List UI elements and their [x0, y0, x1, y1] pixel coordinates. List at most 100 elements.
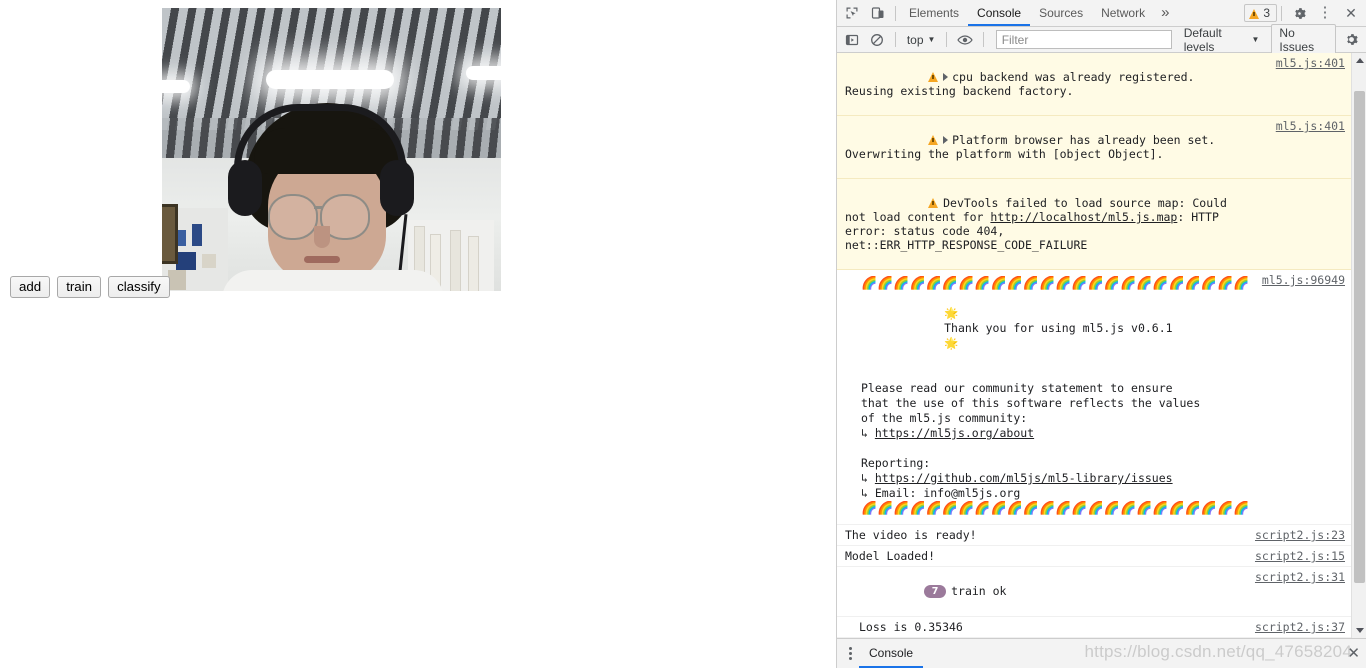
tab-console[interactable]: Console — [968, 0, 1031, 26]
warning-triangle-icon — [928, 135, 939, 145]
classify-button[interactable]: classify — [108, 276, 170, 298]
tab-network[interactable]: Network — [1092, 0, 1154, 26]
console-source-link[interactable]: ml5.js:401 — [1276, 119, 1345, 133]
clear-console-icon[interactable] — [865, 28, 888, 52]
ml5-community-line-1: Please read our community statement to e… — [861, 381, 1173, 395]
video-sticky-note — [202, 254, 216, 268]
ml5-community-line-2: that the use of this software reflects t… — [861, 396, 1201, 410]
ml5-thankyou-line: 🌟 Thank you for using ml5.js v0.6.1 🌟 — [837, 291, 1351, 366]
execution-context-dropdown[interactable]: top ▼ — [902, 33, 941, 47]
kebab-dot — [848, 657, 852, 660]
banner-blank-line — [837, 441, 1351, 456]
scroll-down-arrow-icon[interactable] — [1352, 623, 1366, 638]
warning-text-1: cpu backend was already registered. Reus… — [845, 70, 1202, 98]
drawer-tab-console[interactable]: Console — [859, 639, 924, 668]
console-warning-row[interactable]: Platform browser has already been set. O… — [837, 116, 1351, 179]
video-ceiling-light — [266, 70, 394, 89]
drawer-close-icon[interactable]: ✕ — [1347, 645, 1360, 662]
toolbar-divider — [895, 5, 896, 21]
ml5-issues-line: ↳ https://github.com/ml5js/ml5-library/i… — [837, 471, 1351, 486]
scrollbar-thumb[interactable] — [1354, 91, 1365, 583]
console-filter-input[interactable] — [995, 30, 1172, 49]
console-source-link[interactable]: script2.js:31 — [1255, 570, 1345, 584]
toolbar-divider — [1281, 5, 1282, 21]
ml5-email-line: ↳ Email: info@ml5js.org — [837, 486, 1351, 501]
triangle-down-glyph — [1355, 628, 1364, 633]
kebab-dot — [848, 647, 852, 650]
ml5-about-link[interactable]: https://ml5js.org/about — [875, 426, 1034, 440]
console-source-link[interactable]: ml5.js:96949 — [1262, 273, 1345, 287]
webcam-video-feed[interactable] — [162, 8, 501, 291]
warning-text-2: Platform browser has already been set. O… — [845, 133, 1223, 161]
console-message-list: cpu backend was already registered. Reus… — [837, 53, 1351, 638]
video-picture-frame — [162, 204, 178, 264]
warning-count-badge[interactable]: 3 — [1244, 4, 1277, 22]
video-bottle — [450, 230, 461, 291]
tab-sources[interactable]: Sources — [1030, 0, 1092, 26]
devtools-menu-kebab-icon[interactable]: ⋮ — [1312, 1, 1338, 25]
console-log-row[interactable]: Loss is 0.35346 script2.js:37 — [837, 617, 1351, 638]
execution-context-value: top — [906, 32, 924, 47]
add-button[interactable]: add — [10, 276, 51, 298]
console-sidebar-toggle-icon[interactable] — [840, 28, 863, 52]
console-source-link[interactable]: script2.js:37 — [1255, 620, 1345, 634]
inspect-element-icon[interactable] — [839, 1, 865, 25]
console-source-link[interactable]: script2.js:23 — [1255, 528, 1345, 542]
expand-triangle-icon[interactable] — [943, 73, 949, 81]
console-log-row[interactable]: Model Loaded! script2.js:15 — [837, 546, 1351, 567]
live-expression-eye-icon[interactable] — [953, 28, 976, 52]
device-toolbar-icon[interactable] — [865, 1, 891, 25]
video-person-nose — [314, 226, 330, 248]
console-warning-row[interactable]: DevTools failed to load source map: Coul… — [837, 179, 1351, 270]
console-log-row[interactable]: The video is ready! script2.js:23 — [837, 525, 1351, 546]
console-message-text: Platform browser has already been set. O… — [837, 119, 1351, 175]
train-button[interactable]: train — [57, 276, 102, 298]
console-scrollbar[interactable] — [1351, 53, 1366, 638]
console-source-link[interactable]: script2.js:15 — [1255, 549, 1345, 563]
web-page-pane: add train classify — [0, 0, 836, 668]
drawer-menu-kebab-icon[interactable] — [841, 641, 859, 667]
devtools-drawer: Console ✕ https://blog.csdn.net/qq_47658… — [837, 638, 1366, 668]
close-glyph: ✕ — [1345, 5, 1357, 21]
devtools-panel: Elements Console Sources Network » 3 ⋮ ✕… — [836, 0, 1366, 668]
banner-blank-line — [837, 366, 1351, 381]
gear-icon[interactable] — [1286, 1, 1312, 25]
arrow-hook-icon: ↳ — [861, 426, 875, 440]
arrow-hook-icon: ↳ — [861, 471, 875, 485]
issues-button[interactable]: No Issues — [1271, 23, 1336, 56]
expand-triangle-icon[interactable] — [943, 136, 949, 144]
star-icon-left: 🌟 — [944, 306, 959, 320]
train-ok-text: train ok — [951, 584, 1007, 598]
video-bottle — [468, 236, 479, 291]
video-ceiling-light — [466, 66, 501, 80]
screen-root: add train classify Elements Console Sour… — [0, 0, 1366, 668]
ml5-community-line-3: of the ml5.js community: — [861, 411, 1028, 425]
kebab-dot — [848, 652, 852, 655]
warning-triangle-icon — [1249, 9, 1260, 19]
ml5-issues-link[interactable]: https://github.com/ml5js/ml5-library/iss… — [875, 471, 1173, 485]
ml5-thankyou-text: Thank you for using ml5.js v0.6.1 — [944, 321, 1173, 335]
tab-elements[interactable]: Elements — [900, 0, 968, 26]
scroll-up-arrow-icon[interactable] — [1352, 53, 1366, 68]
rainbow-divider-bottom: 🌈🌈🌈🌈🌈🌈🌈🌈🌈🌈🌈🌈🌈🌈🌈🌈🌈🌈🌈🌈🌈🌈🌈🌈 — [861, 501, 1250, 516]
console-settings-gear-icon[interactable] — [1340, 28, 1363, 52]
console-log-row[interactable]: 7 train ok script2.js:31 — [837, 567, 1351, 617]
console-message-text: cpu backend was already registered. Reus… — [837, 56, 1351, 112]
toolbar-divider — [946, 32, 948, 47]
email-prefix: ↳ Email: — [861, 486, 924, 500]
video-person-mouth — [304, 256, 340, 263]
console-warning-row[interactable]: cpu backend was already registered. Reus… — [837, 53, 1351, 116]
console-source-link[interactable]: ml5.js:401 — [1276, 56, 1345, 70]
video-sticky-note — [192, 224, 202, 246]
video-ceiling-light — [162, 80, 190, 93]
ml5-reporting-label: Reporting: — [861, 456, 931, 470]
more-tabs-icon[interactable]: » — [1154, 1, 1176, 25]
toolbar-divider — [982, 32, 984, 47]
warning-triangle-icon — [928, 198, 939, 208]
ml5-banner-row: ml5.js:96949 🌈🌈🌈🌈🌈🌈🌈🌈🌈🌈🌈🌈🌈🌈🌈🌈🌈🌈🌈🌈🌈🌈🌈🌈 🌟 … — [837, 270, 1351, 525]
sourcemap-url-link[interactable]: http://localhost/ml5.js.map — [990, 210, 1177, 224]
star-icon-right: 🌟 — [944, 336, 959, 350]
ml5-email-value: info@ml5js.org — [923, 486, 1021, 500]
close-devtools-icon[interactable]: ✕ — [1338, 1, 1364, 25]
log-levels-dropdown[interactable]: Default levels ▼ — [1184, 26, 1260, 54]
